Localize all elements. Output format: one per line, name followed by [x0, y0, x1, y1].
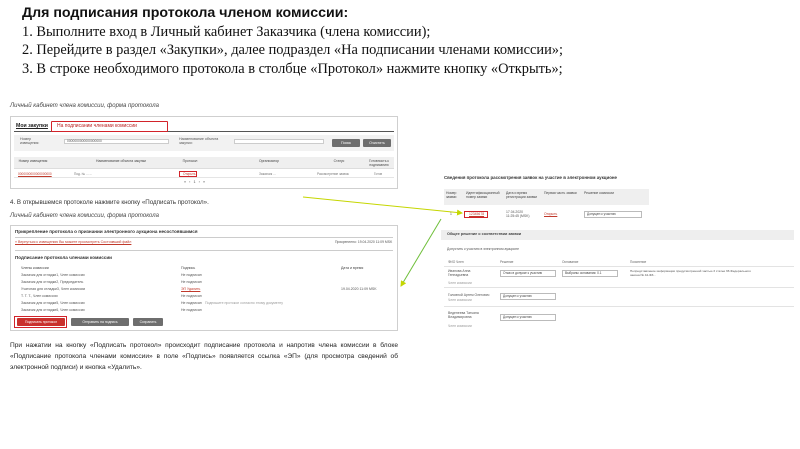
member-name: Заказчик для отладки5, Член комиссии	[21, 301, 85, 305]
signing-section-title: Подписание протокола членами комиссии	[15, 255, 112, 260]
filter-label-number: Номер извещения:	[20, 137, 40, 145]
application-review-screenshot: Сведения протокола рассмотрения заявок н…	[441, 171, 794, 346]
member-role: Член комиссии	[448, 298, 472, 302]
member-decision-select[interactable]: Допущен к участию	[500, 314, 556, 321]
member-name: Иванова Анна Геннадьевна	[448, 269, 471, 278]
member-sign: Не подписан	[181, 280, 202, 284]
member-name: Заказчик для отладки2, Председатель	[21, 280, 84, 284]
member-name: Заказчик для отладки6, Член комиссии	[21, 308, 85, 312]
col-datetime: Дата и время	[341, 266, 364, 270]
members-decisions: ФИО Член Решение Основание Пояснение Ива…	[444, 260, 794, 346]
sign-hint: Подпишите протокол согласно этому докуме…	[205, 301, 284, 305]
instructions-heading: Для подписания протокола членом комиссии…	[22, 5, 349, 21]
col-decision: Решение комиссии	[584, 191, 615, 195]
divider	[444, 306, 794, 307]
col-members: Члены комиссии	[21, 266, 49, 270]
col-app-number: Номер заявки	[446, 191, 457, 200]
member-name: Веденеева Татьяна Владимировна	[448, 311, 479, 320]
general-decision-title: Общее решение о соответствии заявки	[447, 232, 522, 236]
instructions: Для подписания протокола членом комиссии…	[22, 4, 782, 78]
filter-label-object: Наименование объекта закупки:	[179, 137, 219, 145]
step-3: 3. В строке необходимого протокола в сто…	[22, 60, 563, 77]
basis-select[interactable]: Выбраны основания: 0.1	[562, 270, 618, 277]
member-sign: Не подписан	[181, 273, 202, 277]
highlight-app-frame	[464, 211, 488, 218]
app-date: 17.04.2020 11:25:45 (MSK)	[506, 210, 530, 219]
table-row: 0000000000000000000 Под. № ... ... Откры…	[14, 171, 394, 178]
attached-date: Прикреплено: 19.04.2020 11:09 MSK	[335, 240, 393, 244]
purchases-table-header: Номер извещения Наименование объекта зак…	[14, 157, 394, 169]
highlight-tab-frame	[51, 121, 168, 132]
col-app-date: Дата и время регистрации заявки	[506, 191, 538, 200]
decision-select[interactable]: Допущен к участию	[584, 211, 642, 218]
admit-text: Допустить к участию в электронном аукцио…	[447, 247, 520, 251]
back-to-notice-link[interactable]: « Вернуться к извещению Вы можете просмо…	[15, 240, 131, 244]
filter-panel: Номер извещения: 0000000000000000000 Наи…	[14, 135, 394, 151]
arrow-to-protocol	[400, 218, 442, 287]
sign-time: 19.04.2020 11:09 MSK	[341, 287, 377, 291]
app-number: 1	[450, 212, 452, 216]
col-protocol: Протокол	[182, 159, 198, 163]
col-basis: Основание	[562, 260, 579, 264]
pagination[interactable]: « ‹ 1 › »	[184, 180, 206, 184]
object-name-cell: Под. № ... ...	[74, 172, 93, 176]
col-object-name: Наименование объекта закупки	[96, 159, 146, 163]
send-to-sign-button[interactable]: Отправить на подпись	[71, 318, 129, 326]
highlight-sign-frame	[14, 316, 67, 328]
col-first-part: Первая часть заявки	[544, 191, 577, 195]
col-app-id: Идентификационный номер заявки	[466, 191, 500, 200]
screenshot-2-caption: Личный кабинет члена комиссии, форма про…	[10, 213, 159, 219]
notice-number-link[interactable]: 0000000000000000000	[18, 172, 52, 176]
col-organizer: Организатор	[259, 159, 279, 163]
member-row: Заказчик для отладки6, Член комиссии Не …	[15, 308, 393, 317]
status-cell: Рассмотрение заявок	[317, 172, 349, 176]
highlight-open-frame	[179, 171, 197, 177]
col-member: ФИО Член	[448, 260, 464, 264]
col-explanation: Пояснение	[630, 260, 647, 264]
explanation-note: При нажатии на кнопку «Подписать протоко…	[10, 342, 398, 372]
divider	[15, 237, 393, 238]
step-4: 4. В открывшемся протоколе нажмите кнопк…	[10, 199, 209, 206]
member-sign: Не подписан	[181, 294, 202, 298]
divider	[444, 287, 794, 288]
tab-my-purchases[interactable]: Мои закупки	[16, 123, 48, 129]
member-name: Заказчик для отладки1, Член комиссии	[21, 273, 85, 277]
member-name: Учатсная для отладки3, Член комиссии	[21, 287, 86, 291]
sign-ep-link[interactable]: ЭП Удалить	[181, 287, 200, 291]
protocol-title: Прикрепление протокола о признании элект…	[15, 229, 198, 234]
col-member-decision: Решение	[500, 260, 514, 264]
member-role: Член комиссии	[448, 281, 472, 285]
step-1: 1. Выполните вход в Личный кабинет Заказ…	[22, 23, 431, 40]
object-name-input[interactable]	[234, 139, 324, 144]
ready-cell: Готов	[374, 172, 383, 176]
col-notice-number: Номер извещения	[18, 159, 48, 163]
search-button[interactable]: Поиск	[332, 139, 360, 147]
review-title: Сведения протокола рассмотрения заявок н…	[444, 175, 617, 180]
arrow-to-application	[302, 196, 463, 216]
reason-text: Непредставление информации предусмотренн…	[630, 269, 751, 277]
general-decision-bar: Общее решение о соответствии заявки	[441, 230, 794, 240]
purchases-list-screenshot: Мои закупки На подписании членами комисс…	[10, 116, 398, 189]
organizer-cell: Заказчик ...	[259, 172, 276, 176]
member-sign: Не подписан	[181, 308, 202, 312]
member-sign: Не подписан	[181, 301, 202, 305]
protocol-sign-screenshot: Прикрепление протокола о признании элект…	[10, 225, 398, 331]
col-sign: Подпись	[181, 266, 196, 270]
notice-number-input[interactable]: 0000000000000000000	[64, 139, 169, 144]
col-ready: Готовность к подписанию	[369, 159, 389, 167]
save-button[interactable]: Сохранить	[133, 318, 163, 326]
first-part-open-link[interactable]: Открыть	[544, 212, 557, 216]
col-status: Статус	[333, 159, 345, 163]
member-role: Член комиссии	[448, 324, 472, 328]
divider	[444, 266, 794, 267]
applications-table-header: Номер заявки Идентификационный номер зая…	[444, 189, 649, 205]
member-name: Т. Т. Т., Член комиссии	[21, 294, 58, 298]
member-decision-select[interactable]: Отказ в допуске к участию	[500, 270, 556, 277]
step-2: 2. Перейдите в раздел «Закупки», далее п…	[22, 42, 563, 59]
member-name: Головной Артем Олегович	[448, 293, 490, 297]
clear-button[interactable]: Очистить	[363, 139, 391, 147]
divider	[15, 250, 393, 251]
member-decision-select[interactable]: Допущен к участию	[500, 293, 556, 300]
screenshot-1-caption: Личный кабинет члена комиссии, форма про…	[10, 103, 159, 109]
